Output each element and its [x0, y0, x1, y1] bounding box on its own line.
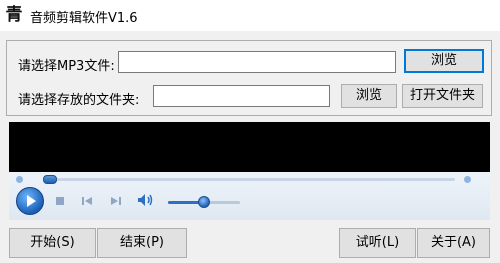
seek-bar-track[interactable]	[45, 178, 455, 181]
folder-input[interactable]	[153, 85, 330, 107]
mp3-file-label: 请选择MP3文件:	[18, 59, 115, 74]
seek-start-dot	[16, 176, 23, 183]
window-title: 音频剪辑软件V1.6	[30, 11, 138, 26]
play-button[interactable]	[16, 187, 44, 215]
mp3-file-input[interactable]	[118, 51, 396, 73]
folder-browse-button[interactable]: 浏览	[341, 84, 397, 108]
end-button[interactable]: 结束(P)	[97, 228, 187, 258]
preview-button[interactable]: 试听(L)	[339, 228, 416, 258]
stop-icon	[56, 197, 64, 205]
video-display	[9, 122, 490, 172]
seek-end-dot	[464, 176, 471, 183]
speaker-icon	[138, 194, 153, 206]
start-button[interactable]: 开始(S)	[9, 228, 96, 258]
stop-button[interactable]	[55, 195, 65, 209]
previous-icon	[82, 197, 92, 205]
open-folder-button[interactable]: 打开文件夹	[402, 84, 483, 108]
mp3-browse-button[interactable]: 浏览	[404, 49, 484, 73]
folder-label: 请选择存放的文件夹:	[18, 93, 140, 108]
title-bar: 青 音频剪辑软件V1.6	[0, 0, 500, 31]
seek-bar-thumb[interactable]	[43, 175, 57, 184]
next-button[interactable]	[110, 195, 122, 209]
play-icon	[27, 195, 36, 207]
app-icon: 青	[5, 5, 23, 25]
volume-slider-thumb[interactable]	[198, 196, 210, 208]
about-button[interactable]: 关于(A)	[417, 228, 490, 258]
previous-button[interactable]	[81, 195, 93, 209]
volume-button[interactable]	[137, 193, 155, 210]
next-icon	[111, 197, 121, 205]
